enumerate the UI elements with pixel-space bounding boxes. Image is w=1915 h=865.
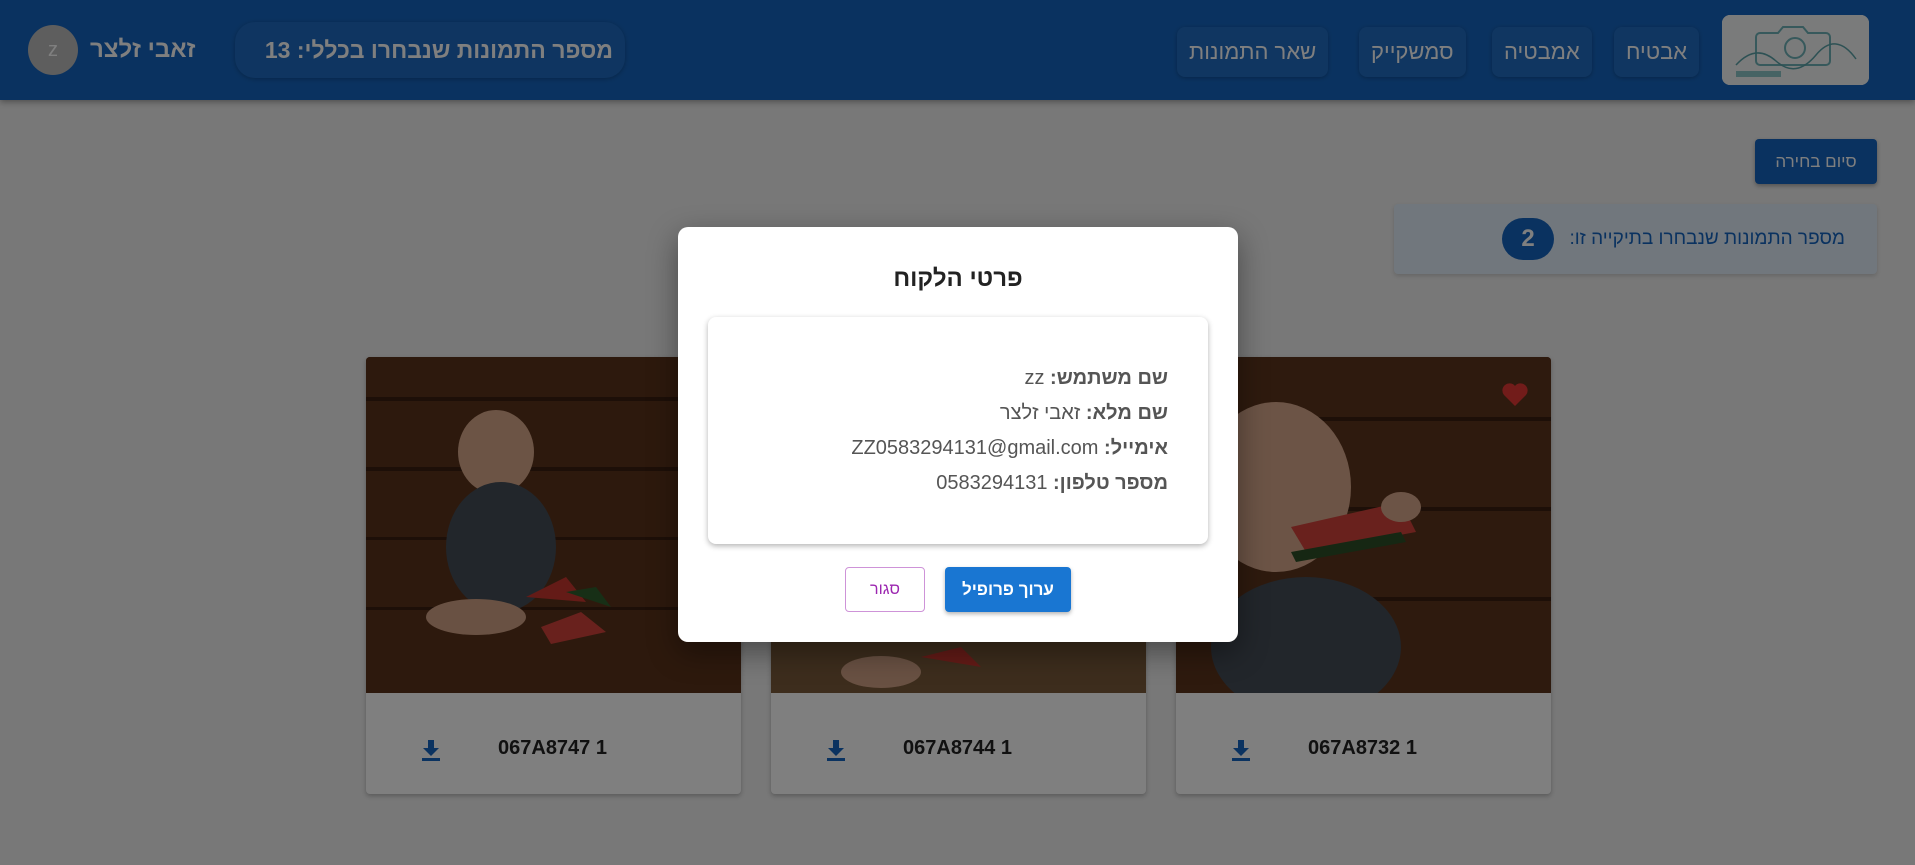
info-row-full-name: שם מלא: זאבי זלצר bbox=[748, 396, 1168, 431]
customer-info-box: שם משתמש: zz שם מלא: זאבי זלצר אימייל: Z… bbox=[708, 317, 1208, 544]
info-row-email: אימייל: ZZ0583294131@gmail.com bbox=[748, 431, 1168, 466]
field-value: 0583294131 bbox=[936, 472, 1048, 494]
customer-details-dialog: פרטי הלקוח שם משתמש: zz שם מלא: זאבי זלצ… bbox=[678, 227, 1238, 642]
close-button[interactable]: סגור bbox=[845, 567, 925, 612]
field-label: שם מלא: bbox=[1085, 402, 1168, 424]
field-label: מספר טלפון: bbox=[1053, 472, 1168, 494]
info-row-username: שם משתמש: zz bbox=[748, 361, 1168, 396]
field-value: זאבי זלצר bbox=[999, 402, 1081, 424]
field-value: zz bbox=[1024, 367, 1045, 389]
info-row-phone: מספר טלפון: 0583294131 bbox=[748, 466, 1168, 501]
edit-profile-button[interactable]: ערוך פרופיל bbox=[945, 567, 1071, 612]
field-label: אימייל: bbox=[1104, 437, 1168, 459]
dialog-title: פרטי הלקוח bbox=[893, 265, 1023, 292]
field-label: שם משתמש: bbox=[1050, 367, 1168, 389]
field-value: ZZ0583294131@gmail.com bbox=[851, 437, 1099, 459]
